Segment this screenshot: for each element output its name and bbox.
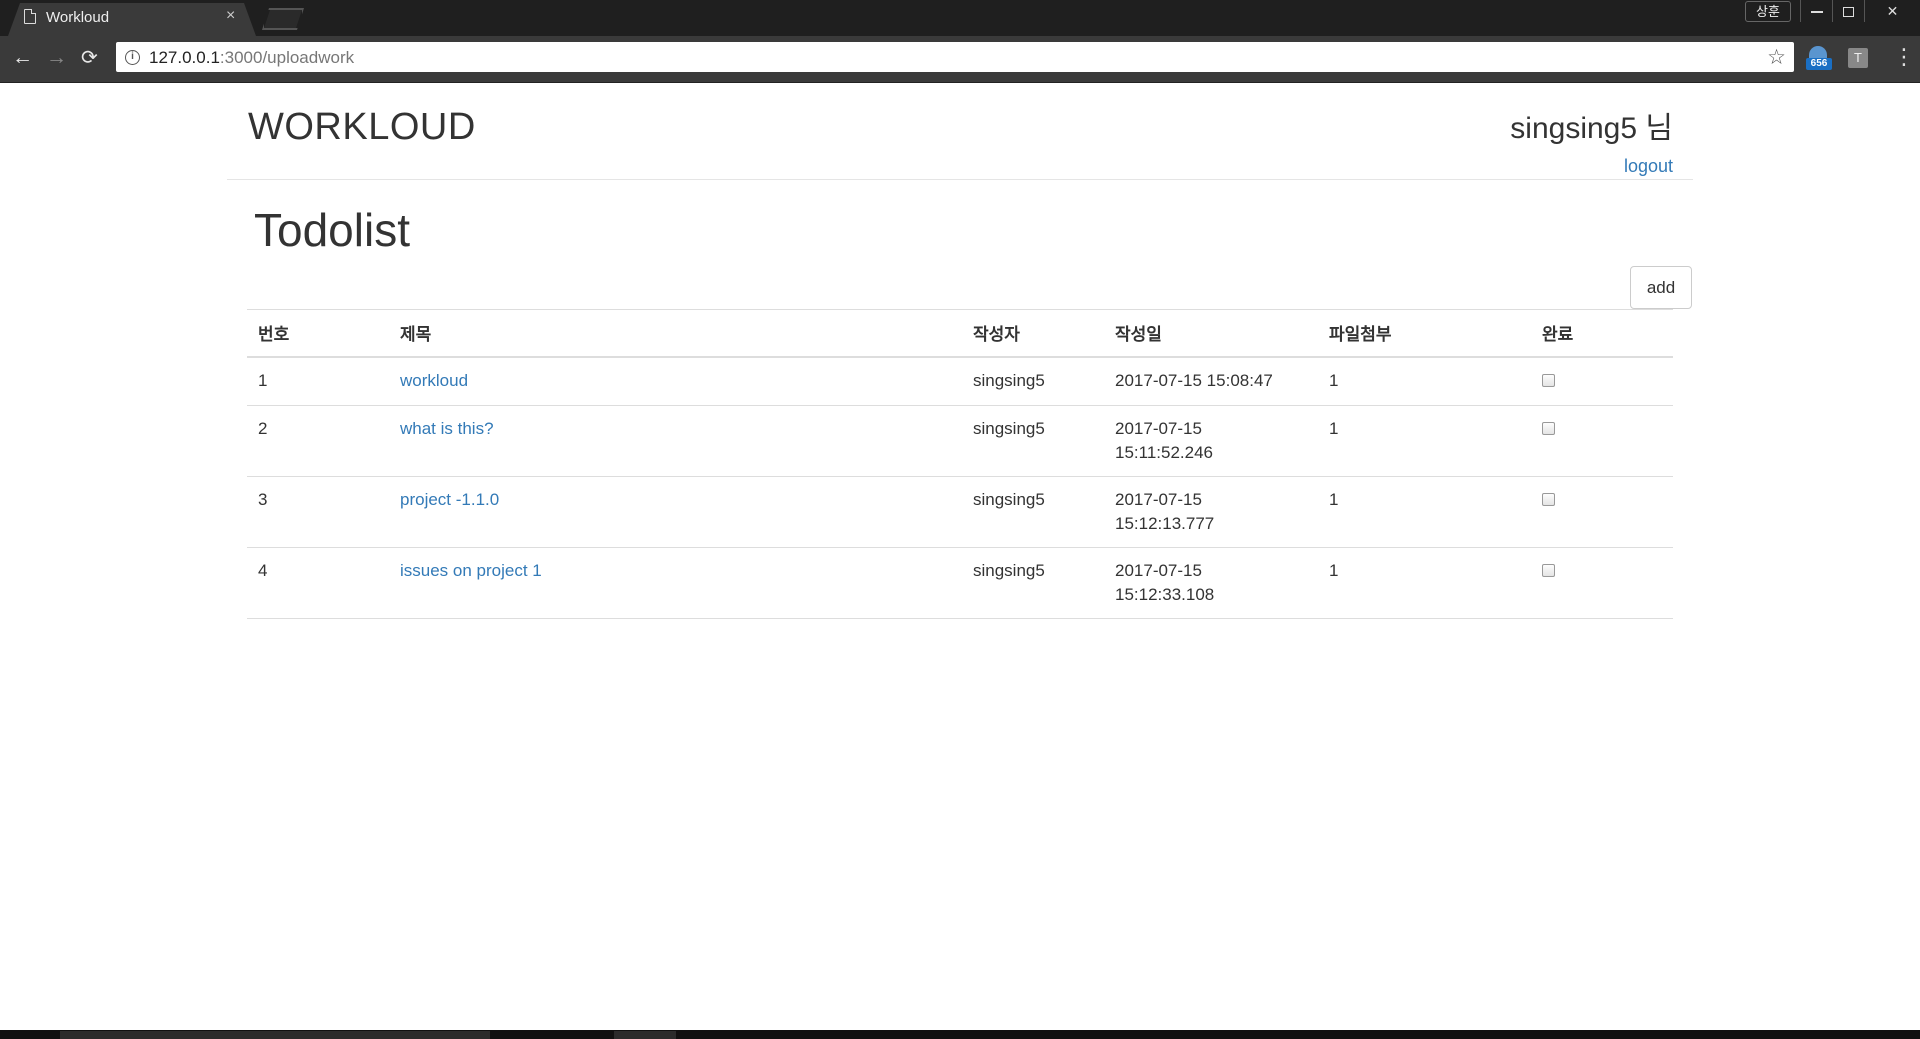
row-attachments: 1 — [1318, 356, 1531, 406]
logout-link[interactable]: logout — [1624, 156, 1673, 177]
row-attachments: 1 — [1318, 405, 1531, 477]
new-tab-button-fill — [264, 10, 302, 28]
done-checkbox[interactable] — [1542, 421, 1555, 435]
close-window-button[interactable]: ✕ — [1864, 0, 1920, 22]
taskbar-window-button[interactable] — [60, 1031, 490, 1039]
table-row: 3 project -1.1.0 singsing5 2017-07-15 15… — [247, 476, 1673, 548]
back-icon[interactable]: ← — [12, 46, 33, 70]
row-number: 1 — [247, 356, 389, 406]
minimize-icon — [1810, 11, 1823, 14]
restore-button[interactable] — [1832, 0, 1864, 22]
row-author: singsing5 — [962, 356, 1104, 406]
user-greeting: singsing5 님 — [1510, 112, 1673, 145]
address-bar[interactable]: i 127.0.0.1:3000/uploadwork ☆ — [116, 42, 1794, 72]
url-host: 127.0.0.1 — [149, 48, 220, 67]
browser-menu-icon[interactable]: ⋮ — [1893, 46, 1915, 68]
done-checkbox[interactable] — [1542, 563, 1555, 577]
brand-logo[interactable]: WORKLOUD — [248, 106, 476, 149]
column-header-number: 번호 — [247, 309, 389, 358]
column-header-attachments: 파일첨부 — [1318, 309, 1531, 358]
url-path: :3000/uploadwork — [219, 48, 355, 67]
row-author: singsing5 — [962, 405, 1104, 477]
row-title-link[interactable]: what is this? — [400, 419, 494, 438]
row-date: 2017-07-15 15:12:13.777 — [1115, 489, 1215, 533]
todo-table: 번호 제목 작성자 작성일 파일첨부 완료 1 workloud singsin… — [247, 309, 1673, 619]
bookmark-star-icon[interactable]: ☆ — [1767, 45, 1786, 70]
row-number: 3 — [247, 476, 389, 548]
row-date: 2017-07-15 15:11:52.246 — [1115, 418, 1213, 462]
page-content: WORKLOUD singsing5 님 logout Todolist add… — [0, 83, 1920, 1030]
done-checkbox[interactable] — [1542, 373, 1555, 387]
row-number: 2 — [247, 405, 389, 477]
page-title: Todolist — [254, 204, 410, 256]
column-header-done: 완료 — [1531, 309, 1673, 358]
column-header-title: 제목 — [389, 309, 962, 358]
row-title-link[interactable]: workloud — [400, 371, 468, 390]
minimize-button[interactable] — [1800, 0, 1832, 22]
row-title-link[interactable]: issues on project 1 — [400, 561, 542, 580]
page-icon — [24, 9, 36, 24]
taskbar-app-button[interactable] — [614, 1031, 676, 1039]
tab-title: Workloud — [46, 9, 110, 26]
row-author: singsing5 — [962, 476, 1104, 548]
row-title-link[interactable]: project -1.1.0 — [400, 490, 499, 509]
restore-icon — [1843, 7, 1854, 18]
browser-tabstrip: Workloud × 상훈 ✕ — [0, 0, 1920, 36]
table-header-row: 번호 제목 작성자 작성일 파일첨부 완료 — [247, 309, 1673, 358]
row-attachments: 1 — [1318, 547, 1531, 619]
column-header-date: 작성일 — [1104, 309, 1318, 358]
column-header-author: 작성자 — [962, 309, 1104, 358]
row-author: singsing5 — [962, 547, 1104, 619]
extension-t-icon[interactable]: T — [1848, 48, 1868, 68]
row-date: 2017-07-15 15:12:33.108 — [1115, 560, 1215, 604]
row-date: 2017-07-15 15:08:47 — [1115, 370, 1273, 390]
header-divider — [227, 179, 1693, 180]
add-button[interactable]: add — [1630, 266, 1692, 309]
browser-toolbar: ← → ⟳ i 127.0.0.1:3000/uploadwork ☆ 656 … — [0, 36, 1920, 82]
info-icon[interactable]: i — [125, 50, 140, 65]
extension-icon[interactable]: 656 — [1806, 46, 1832, 70]
tab-close-icon[interactable]: × — [226, 7, 235, 25]
forward-icon[interactable]: → — [46, 46, 67, 70]
reload-icon[interactable]: ⟳ — [81, 46, 98, 70]
row-number: 4 — [247, 547, 389, 619]
profile-button[interactable]: 상훈 — [1745, 1, 1791, 22]
table-row: 1 workloud singsing5 2017-07-15 15:08:47… — [247, 356, 1673, 406]
table-row: 2 what is this? singsing5 2017-07-15 15:… — [247, 405, 1673, 477]
url-text: 127.0.0.1:3000/uploadwork — [149, 48, 354, 68]
row-attachments: 1 — [1318, 476, 1531, 548]
done-checkbox[interactable] — [1542, 492, 1555, 506]
table-row: 4 issues on project 1 singsing5 2017-07-… — [247, 547, 1673, 619]
extension-badge: 656 — [1806, 58, 1832, 70]
